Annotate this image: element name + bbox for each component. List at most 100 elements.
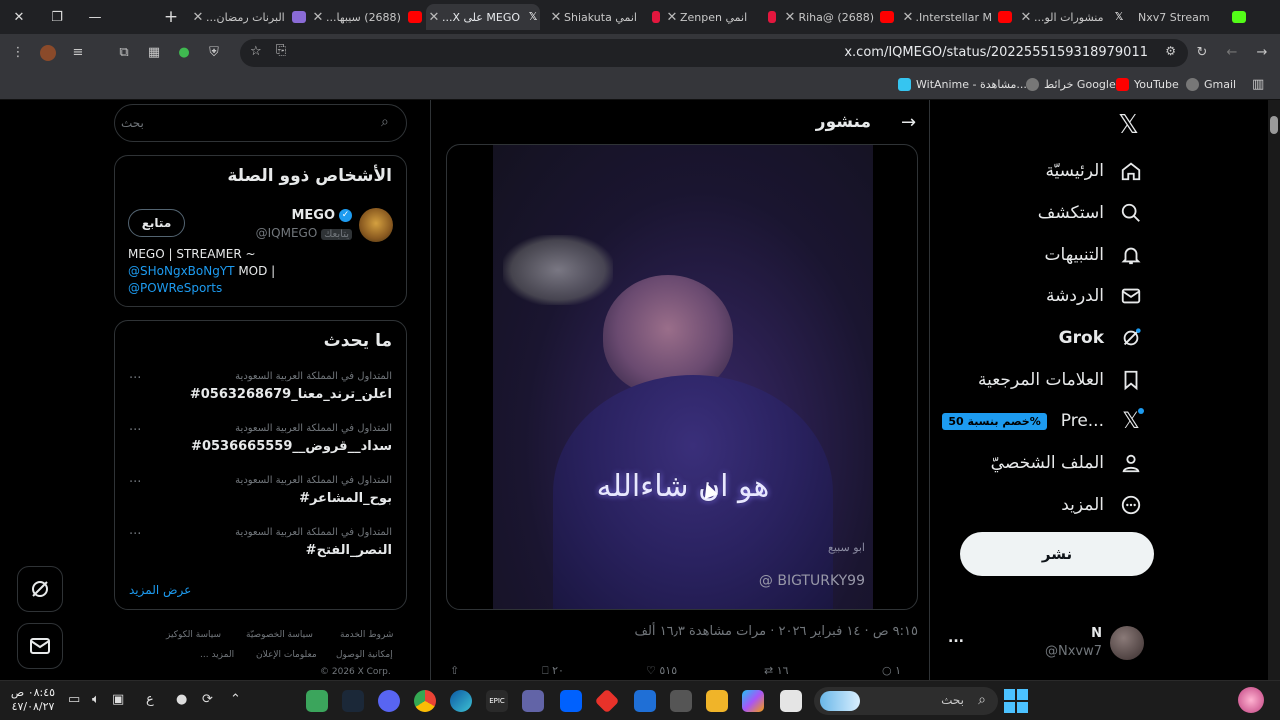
taskbar-search[interactable]: بحث ⌕ xyxy=(814,687,998,715)
bookmark-gmail[interactable]: Gmail xyxy=(1186,78,1236,91)
browser-tab[interactable]: ✕ منشورات الو... 𝕏 xyxy=(1018,4,1126,30)
nav-profile[interactable]: الملف الشخصيّ xyxy=(991,446,1144,480)
browser-tab[interactable]: ✕ انمي Zenpen xyxy=(664,4,776,30)
trend-item[interactable]: المتداول في المملكة العربية السعودية #بو… xyxy=(115,473,406,517)
x-logo-icon[interactable]: 𝕏 xyxy=(1118,110,1139,140)
back-arrow-icon[interactable]: → xyxy=(901,112,916,133)
post-time[interactable]: ٩:١٥ ص · ١٤ فبراير ٢٠٢٦ xyxy=(779,624,918,639)
app-icon[interactable] xyxy=(594,688,620,714)
ads-info-link[interactable]: معلومات الإعلان xyxy=(256,650,317,660)
close-icon[interactable]: ✕ xyxy=(900,10,916,25)
file-explorer-icon[interactable] xyxy=(706,690,728,712)
bookmark-witanime[interactable]: WitAnime - مشاهدة... xyxy=(898,78,1027,91)
browser-tab[interactable]: Nxv7 Stream xyxy=(1134,4,1246,30)
messages-floating-button[interactable] xyxy=(17,623,63,669)
nav-messages[interactable]: الدردشة xyxy=(1046,279,1144,313)
widgets-icon[interactable] xyxy=(1238,687,1264,713)
volume-icon[interactable]: 🔈︎ xyxy=(92,692,100,707)
nav-notifications[interactable]: التنبيهات xyxy=(1045,238,1144,272)
more-dots-icon[interactable]: ··· xyxy=(129,527,141,542)
chevron-up-icon[interactable]: ⌃ xyxy=(230,692,241,707)
footer-more-link[interactable]: ... المزيد xyxy=(200,650,234,660)
extension-badge-icon[interactable]: ● xyxy=(174,44,194,62)
account-menu-button[interactable]: ... xyxy=(948,630,964,646)
new-tab-button[interactable]: + xyxy=(152,0,190,34)
language-indicator[interactable]: ع xyxy=(146,692,154,707)
menu-dots-icon[interactable]: ⋮ xyxy=(8,44,28,62)
close-icon[interactable]: ✕ xyxy=(664,10,680,25)
share-icon[interactable]: ⇧ xyxy=(450,664,459,677)
post-button[interactable]: نشر xyxy=(960,532,1154,576)
close-icon[interactable]: ✕ xyxy=(426,10,442,25)
nav-bookmarks[interactable]: العلامات المرجعية xyxy=(978,363,1144,397)
close-icon[interactable]: ✕ xyxy=(782,10,798,25)
bookmark-google-maps[interactable]: خرائط Google xyxy=(1026,78,1116,91)
nav-more[interactable]: المزيد xyxy=(1061,488,1144,522)
bio-mention-link[interactable]: @SHoNgxBoNgYT xyxy=(128,264,235,278)
browser-tab[interactable]: ✕ انمي Shiakuta xyxy=(548,4,660,30)
microphone-icon[interactable]: ● xyxy=(176,692,187,707)
browser-tab[interactable]: ✕ البرنات رمضان... xyxy=(190,4,306,30)
repost-action[interactable]: ⇄ ١٦ xyxy=(764,664,789,677)
following-button[interactable]: متابع xyxy=(128,209,185,237)
browser-tab-active[interactable]: ✕ MEGO على X... 𝕏 xyxy=(426,4,540,30)
page-scrollbar[interactable] xyxy=(1268,100,1280,680)
minimize-window-button[interactable]: — xyxy=(76,0,114,34)
scrollbar-thumb[interactable] xyxy=(1270,116,1278,134)
browser-tab[interactable]: ✕(2688) @Riha... xyxy=(782,4,894,30)
epic-games-icon[interactable]: EPIC xyxy=(486,690,508,712)
address-bar[interactable]: x.com/IQMEGO/status/2022555159318979011 … xyxy=(240,39,1188,67)
app-icon[interactable] xyxy=(670,690,692,712)
related-user-name[interactable]: MEGO ✓ xyxy=(291,208,352,223)
video-player[interactable]: هو ان شاءالله ابو سبيع @ BIGTURKY99 xyxy=(493,145,873,609)
reply-action[interactable]: ○ ١ xyxy=(882,664,901,677)
clock[interactable]: ٠٨:٤٥ ص ٤٧/٠٨/٢٧ xyxy=(8,686,58,714)
app-icon[interactable] xyxy=(306,690,328,712)
bookmark-youtube[interactable]: YouTube xyxy=(1116,78,1179,91)
extensions-icon[interactable]: ⧉ xyxy=(114,44,134,62)
like-action[interactable]: ♡ ٥١٥ xyxy=(646,664,677,677)
copilot-icon[interactable] xyxy=(742,690,764,712)
more-dots-icon[interactable]: ··· xyxy=(129,371,141,386)
nav-home[interactable]: الرئيسيّة xyxy=(1045,154,1144,188)
profile-avatar-icon[interactable] xyxy=(40,45,56,61)
account-avatar[interactable] xyxy=(1110,626,1144,660)
app-icon[interactable] xyxy=(522,690,544,712)
video-container[interactable]: هو ان شاءالله ابو سبيع @ BIGTURKY99 xyxy=(446,144,918,610)
install-app-icon[interactable]: ⎘ xyxy=(276,43,286,58)
forward-icon[interactable]: ← xyxy=(1222,44,1242,62)
steam-icon[interactable] xyxy=(342,690,364,712)
app-icon[interactable] xyxy=(780,690,802,712)
trend-item[interactable]: المتداول في المملكة العربية السعودية #سد… xyxy=(115,421,406,465)
trend-item[interactable]: المتداول في المملكة العربية السعودية #ال… xyxy=(115,525,406,569)
site-settings-icon[interactable]: ⚙ xyxy=(1165,44,1176,58)
close-window-button[interactable]: ✕ xyxy=(0,0,38,34)
chrome-icon[interactable] xyxy=(414,690,436,712)
bookmark-action[interactable]: ⎕ ٢٠ xyxy=(542,664,564,678)
privacy-link[interactable]: سياسة الخصوصيّة xyxy=(246,630,313,640)
grok-floating-button[interactable] xyxy=(17,566,63,612)
more-dots-icon[interactable]: ··· xyxy=(129,423,141,438)
close-icon[interactable]: ✕ xyxy=(548,10,564,25)
close-icon[interactable]: ✕ xyxy=(310,10,326,25)
media-controls-icon[interactable]: ≡ xyxy=(68,44,88,62)
user-avatar[interactable] xyxy=(359,208,393,242)
restore-window-button[interactable]: ❐ xyxy=(38,0,76,34)
sync-icon[interactable]: ⟳ xyxy=(202,692,213,707)
nav-grok[interactable]: Grok xyxy=(1059,321,1144,355)
close-icon[interactable]: ✕ xyxy=(190,10,206,25)
nav-explore[interactable]: استكشف xyxy=(1038,196,1144,230)
show-more-link[interactable]: عرض المزيد xyxy=(129,583,191,597)
edge-icon[interactable] xyxy=(450,690,472,712)
outlook-icon[interactable] xyxy=(634,690,656,712)
accessibility-link[interactable]: إمكانية الوصول xyxy=(336,650,393,660)
network-icon[interactable]: ▣ xyxy=(112,692,124,707)
star-icon[interactable]: ☆ xyxy=(250,44,262,59)
close-icon[interactable]: ✕ xyxy=(1018,10,1034,25)
battery-icon[interactable]: ▭ xyxy=(68,692,80,707)
search-box[interactable]: ⌕ بحث xyxy=(114,104,407,142)
discord-icon[interactable] xyxy=(378,690,400,712)
all-bookmarks-icon[interactable]: ▥ xyxy=(1252,77,1264,92)
shield-icon[interactable]: ⛨ xyxy=(204,44,224,62)
reload-icon[interactable]: ↻ xyxy=(1192,44,1212,62)
